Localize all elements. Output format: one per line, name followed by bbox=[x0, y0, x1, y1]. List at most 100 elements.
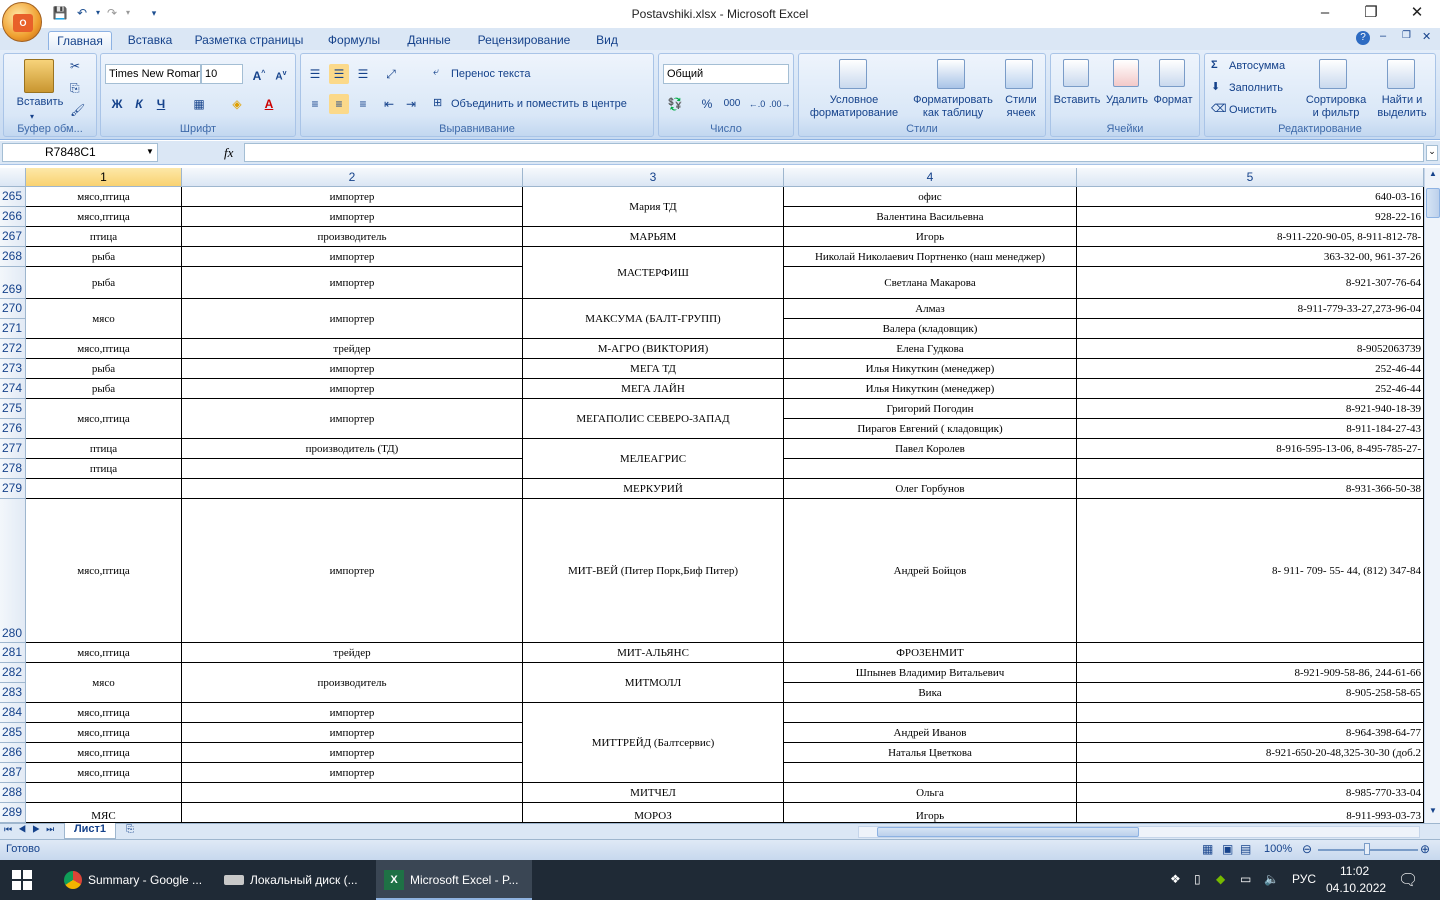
table-cell[interactable]: 8-921-307-76-64 bbox=[1077, 267, 1424, 299]
table-cell[interactable]: Светлана Макарова bbox=[784, 267, 1077, 299]
table-cell[interactable]: МЕРКУРИЙ bbox=[523, 479, 784, 499]
table-cell[interactable]: Вика bbox=[784, 683, 1077, 703]
find-select-button-l1[interactable]: Найти и bbox=[1371, 94, 1433, 107]
table-cell[interactable]: Валера (кладовщик) bbox=[784, 319, 1077, 339]
table-cell[interactable]: мясо,птица bbox=[26, 763, 182, 783]
taskbar-chrome[interactable]: Summary - Google ... bbox=[56, 860, 212, 900]
customize-quick-access-icon[interactable]: ▾ bbox=[146, 5, 162, 21]
name-box-dropdown-icon[interactable]: ▼ bbox=[146, 147, 154, 156]
table-cell[interactable]: импортер bbox=[182, 703, 523, 723]
table-cell[interactable]: 8-911-779-33-27,273-96-04 bbox=[1077, 299, 1424, 319]
save-icon[interactable]: 💾 bbox=[52, 5, 68, 21]
table-cell[interactable] bbox=[784, 703, 1077, 723]
clock-time[interactable]: 11:02 bbox=[1340, 864, 1369, 878]
volume-icon[interactable]: 🔈 bbox=[1264, 872, 1279, 886]
redo-icon[interactable]: ↷ bbox=[104, 5, 120, 21]
table-cell[interactable] bbox=[182, 459, 523, 479]
usb-icon[interactable]: ▯ bbox=[1194, 872, 1201, 886]
table-cell[interactable] bbox=[1077, 319, 1424, 339]
table-cell[interactable]: МАРЬЯМ bbox=[523, 227, 784, 247]
table-cell[interactable]: 8-921-909-58-86, 244-61-66 bbox=[1077, 663, 1424, 683]
office-button[interactable]: O bbox=[2, 2, 42, 42]
table-cell[interactable]: Николай Николаевич Портненко (наш менедж… bbox=[784, 247, 1077, 267]
table-cell[interactable]: 363-32-00, 961-37-26 bbox=[1077, 247, 1424, 267]
table-cell[interactable]: Наталья Цветкова bbox=[784, 743, 1077, 763]
conditional-format-button-l1[interactable]: Условное bbox=[799, 94, 909, 107]
align-right-icon[interactable]: ≡ bbox=[353, 94, 373, 114]
sheet-nav-icons[interactable]: ⏮◀▶⏭ bbox=[4, 824, 60, 835]
horizontal-scroll-thumb[interactable] bbox=[877, 827, 1139, 837]
ribbon-minimize-icon[interactable]: – bbox=[1380, 30, 1386, 42]
row-header[interactable]: 279 bbox=[0, 479, 26, 499]
table-cell[interactable]: Илья Никуткин (менеджер) bbox=[784, 379, 1077, 399]
table-cell[interactable]: мясо,птица bbox=[26, 703, 182, 723]
table-cell[interactable]: Павел Королев bbox=[784, 439, 1077, 459]
format-cells-icon[interactable] bbox=[1159, 59, 1185, 87]
find-select-button-l2[interactable]: выделить bbox=[1371, 107, 1433, 120]
row-header[interactable]: 278 bbox=[0, 459, 26, 479]
row-header[interactable]: 281 bbox=[0, 643, 26, 663]
table-cell[interactable]: 640-03-16 bbox=[1077, 187, 1424, 207]
align-top-icon[interactable]: ☰ bbox=[305, 64, 325, 84]
row-header[interactable]: 266 bbox=[0, 207, 26, 227]
table-cell[interactable]: 8-916-595-13-06, 8-495-785-27- bbox=[1077, 439, 1424, 459]
merged-cell[interactable]: производитель bbox=[182, 663, 523, 703]
grow-font-button[interactable]: A^ bbox=[249, 64, 269, 84]
vertical-scroll-thumb[interactable] bbox=[1426, 188, 1440, 218]
tab-formulas[interactable]: Формулы bbox=[320, 31, 388, 50]
normal-view-icon[interactable]: ▦ bbox=[1202, 842, 1213, 856]
restore-button[interactable]: ❐ bbox=[1348, 0, 1394, 28]
table-cell[interactable]: птица bbox=[26, 459, 182, 479]
merged-cell[interactable]: МЕГАПОЛИС СЕВЕРО-ЗАПАД bbox=[523, 399, 784, 439]
row-header[interactable]: 288 bbox=[0, 783, 26, 803]
align-middle-icon[interactable]: ☰ bbox=[329, 64, 349, 84]
expand-formula-bar-icon[interactable]: ⌄ bbox=[1426, 145, 1438, 161]
merge-center-button[interactable]: Объединить и поместить в центре bbox=[451, 98, 627, 111]
insert-sheet-icon[interactable]: ⎘ bbox=[126, 824, 134, 835]
table-cell[interactable] bbox=[1077, 643, 1424, 663]
table-cell[interactable]: рыба bbox=[26, 267, 182, 299]
table-cell[interactable] bbox=[182, 479, 523, 499]
redo-dropdown-icon[interactable]: ▾ bbox=[120, 5, 136, 21]
column-header-2[interactable]: 2 bbox=[182, 168, 523, 187]
column-header-1[interactable]: 1 bbox=[26, 168, 182, 187]
table-cell[interactable] bbox=[26, 783, 182, 803]
row-header[interactable]: 265 bbox=[0, 187, 26, 207]
table-cell[interactable]: импортер bbox=[182, 207, 523, 227]
merged-cell[interactable]: мясо bbox=[26, 663, 182, 703]
table-cell[interactable]: 8-911-184-27-43 bbox=[1077, 419, 1424, 439]
column-header-3[interactable]: 3 bbox=[523, 168, 784, 187]
cell-styles-button-l2[interactable]: ячеек bbox=[999, 107, 1043, 120]
column-header-4[interactable]: 4 bbox=[784, 168, 1077, 187]
table-cell[interactable]: импортер bbox=[182, 267, 523, 299]
table-cell[interactable]: МЕГА ЛАЙН bbox=[523, 379, 784, 399]
zoom-out-icon[interactable]: ⊖ bbox=[1302, 842, 1312, 856]
table-cell[interactable] bbox=[1077, 459, 1424, 479]
row-header[interactable]: 271 bbox=[0, 319, 26, 339]
conditional-format-icon[interactable] bbox=[839, 59, 867, 89]
format-painter-icon[interactable]: 🖌 bbox=[70, 104, 85, 117]
table-cell[interactable]: 8-911-993-03-73 bbox=[1077, 803, 1424, 823]
row-header[interactable]: 273 bbox=[0, 359, 26, 379]
table-cell[interactable]: Андрей Иванов bbox=[784, 723, 1077, 743]
sort-filter-button-l1[interactable]: Сортировка bbox=[1301, 94, 1371, 107]
table-cell[interactable]: 8-985-770-33-04 bbox=[1077, 783, 1424, 803]
tab-home[interactable]: Главная bbox=[48, 31, 112, 50]
table-cell[interactable]: МОРОЗ bbox=[523, 803, 784, 823]
sheet-tab-1[interactable]: Лист1 bbox=[64, 823, 116, 839]
paste-button[interactable]: Вставить bbox=[8, 96, 72, 109]
table-cell[interactable]: рыба bbox=[26, 379, 182, 399]
table-cell[interactable]: импортер bbox=[182, 743, 523, 763]
row-header[interactable]: 272 bbox=[0, 339, 26, 359]
merged-cell[interactable]: мясо bbox=[26, 299, 182, 339]
row-header[interactable]: 284 bbox=[0, 703, 26, 723]
table-cell[interactable]: Валентина Васильевна bbox=[784, 207, 1077, 227]
table-cell[interactable] bbox=[784, 763, 1077, 783]
row-header[interactable]: 268 bbox=[0, 247, 26, 267]
format-as-table-icon[interactable] bbox=[937, 59, 965, 89]
merged-cell[interactable]: МИТТРЕЙД (Балтсервис) bbox=[523, 703, 784, 783]
orientation-icon[interactable]: ⤢ bbox=[381, 64, 401, 84]
align-center-icon[interactable]: ≡ bbox=[329, 94, 349, 114]
language-indicator[interactable]: РУС bbox=[1292, 872, 1316, 886]
wrap-text-button[interactable]: Перенос текста bbox=[451, 68, 531, 81]
